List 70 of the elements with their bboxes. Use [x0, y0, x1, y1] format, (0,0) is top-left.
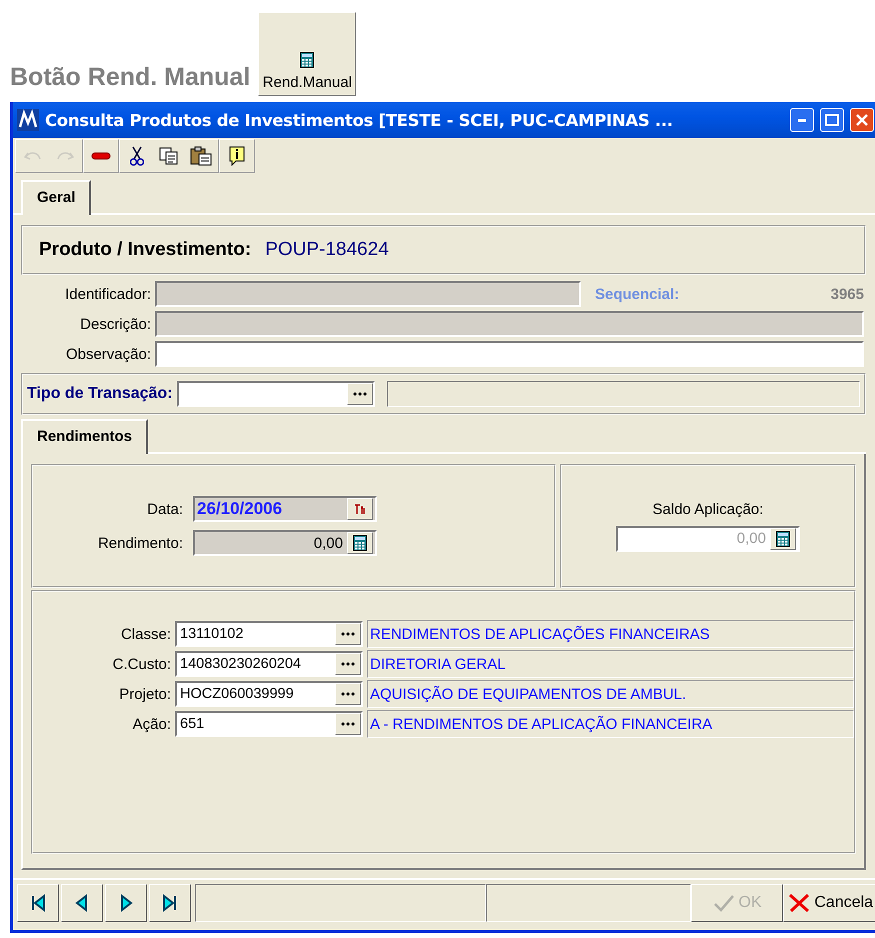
close-icon [856, 114, 868, 126]
clipboard-icon [190, 146, 212, 166]
product-label: Produto / Investimento: [39, 239, 252, 261]
calculator-icon [300, 52, 314, 68]
browse-button[interactable] [335, 713, 361, 735]
transaction-field[interactable] [176, 381, 375, 407]
checkmark-icon [712, 894, 735, 912]
cancel-button[interactable]: Cancela [783, 884, 875, 922]
tab[interactable]: Rendimentos [21, 419, 148, 454]
browse-button[interactable] [335, 623, 361, 645]
copy-icon [159, 147, 179, 165]
scissors-icon [130, 146, 144, 166]
field-label: Classe: [120, 626, 171, 642]
minimize-icon [798, 118, 806, 122]
info-icon [228, 146, 246, 166]
calendar-icon [354, 503, 366, 515]
date-field[interactable]: 26/10/2006 [193, 496, 377, 522]
code-field[interactable]: 13110102 [175, 621, 363, 647]
field-label: Tipo de Transação: [27, 385, 173, 403]
navigation-button[interactable] [105, 884, 147, 922]
maximize-icon [825, 114, 839, 126]
browse-button[interactable] [335, 653, 361, 675]
field-label: Sequencial: [595, 286, 680, 302]
field-label: C.Custo: [112, 656, 171, 672]
product-code: POUP-184624 [265, 239, 389, 261]
descricao-field[interactable] [155, 311, 864, 337]
navigation-button[interactable] [61, 884, 103, 922]
rend-manual-button[interactable]: Rend.Manual [258, 12, 356, 96]
ellipsis-icon [341, 692, 355, 696]
ellipsis-icon [341, 632, 355, 636]
window-title: Consulta Produtos de Investimentos [TESTE - SCEI, PUC-CAMPINAS ... [45, 110, 674, 130]
rendimento-field[interactable]: 0,00 [193, 530, 377, 556]
ellipsis-icon [341, 722, 355, 726]
sequence-number: 3965 [830, 286, 864, 302]
ellipsis-icon [352, 392, 367, 396]
code-field[interactable]: 651 [175, 711, 363, 737]
calculator-icon [776, 530, 790, 546]
navigation-button[interactable] [17, 884, 59, 922]
field-label: Descrição: [79, 316, 151, 332]
field-label: Saldo Aplicação: [652, 500, 764, 518]
field-label: Projeto: [118, 686, 171, 702]
code-field[interactable]: 140830230260204 [175, 651, 363, 677]
caption-text: Botão Rend. Manual [10, 63, 250, 92]
field-label: Rendimento: [96, 534, 183, 552]
observacao-field[interactable] [155, 341, 864, 367]
browse-button[interactable] [335, 683, 361, 705]
calculator-icon [353, 535, 367, 551]
minus-icon [91, 152, 111, 160]
field-label: Observação: [64, 346, 151, 362]
calculator-button[interactable] [347, 532, 373, 554]
minimize-button[interactable] [790, 108, 814, 132]
tab[interactable]: Geral [21, 180, 92, 215]
field-label: Ação: [132, 716, 171, 732]
description-field: AQUISIÇÃO DE EQUIPAMENTOS DE AMBUL. [367, 680, 854, 708]
field-label: Identificador: [64, 286, 151, 302]
close-button[interactable] [850, 108, 874, 132]
description-field: RENDIMENTOS DE APLICAÇÕES FINANCEIRAS [367, 620, 854, 648]
field-label: Data: [146, 500, 183, 518]
ellipsis-icon [341, 662, 355, 666]
description-field: A - RENDIMENTOS DE APLICAÇÃO FINANCEIRA [367, 710, 854, 738]
calendar-button[interactable] [347, 498, 373, 520]
code-field[interactable]: HOCZ060039999 [175, 681, 363, 707]
close-icon [788, 893, 810, 913]
identificador-field[interactable] [155, 281, 581, 307]
browse-button[interactable] [346, 383, 373, 405]
navigation-button[interactable] [149, 884, 191, 922]
description-field: DIRETORIA GERAL [367, 650, 854, 678]
calculator-button[interactable] [770, 528, 796, 550]
maximize-button[interactable] [820, 108, 844, 132]
app-logo-icon [17, 109, 39, 131]
